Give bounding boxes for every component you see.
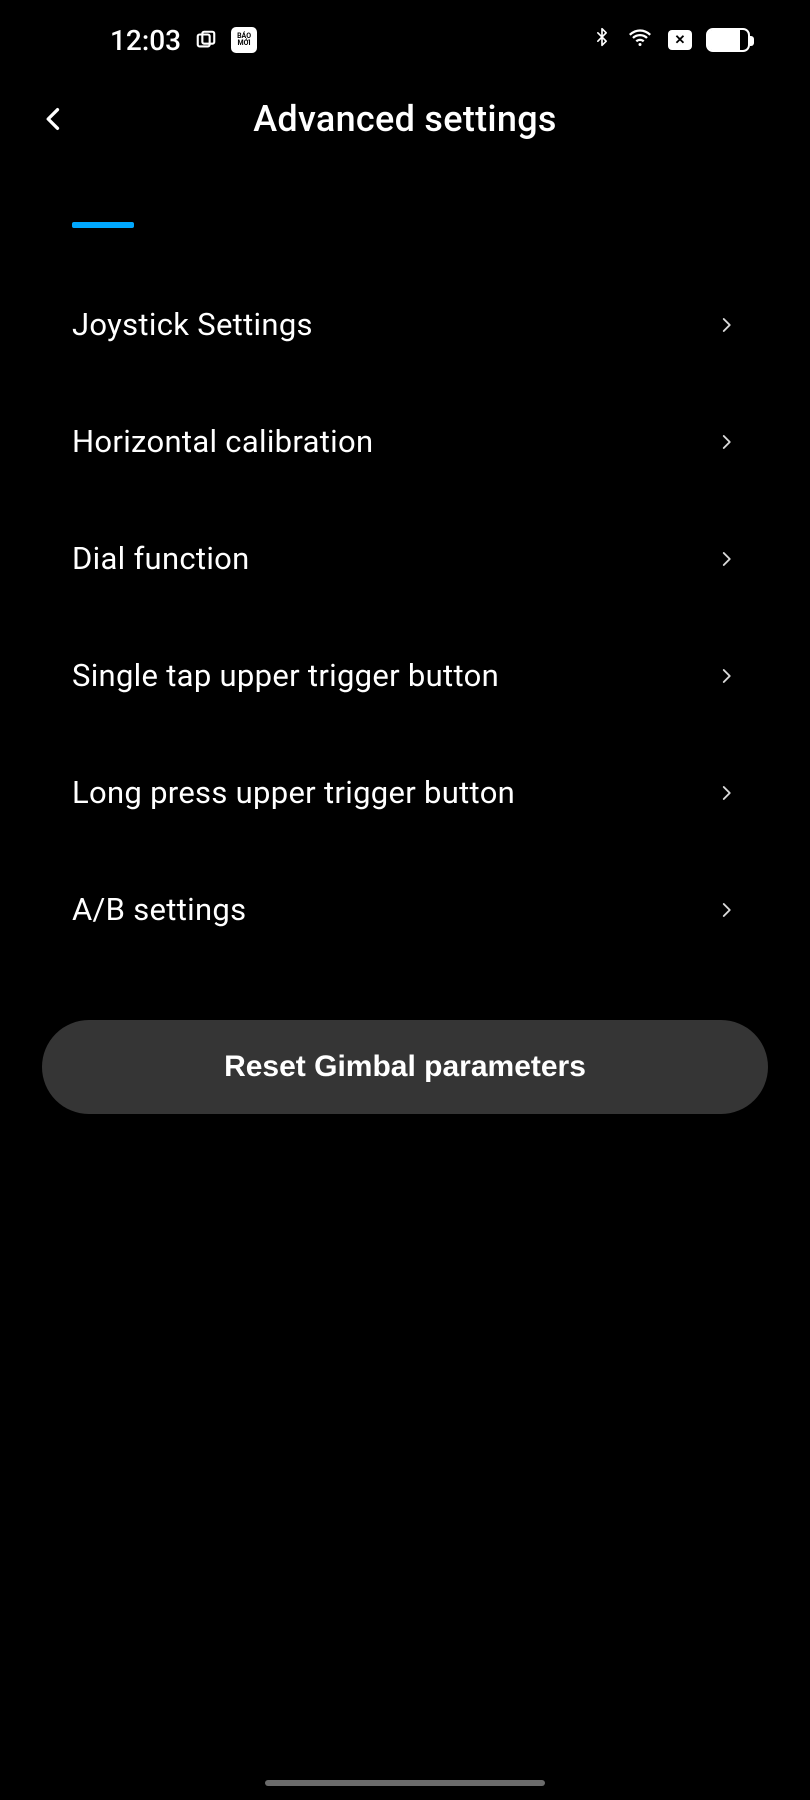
reset-section: Reset Gimbal parameters [0,968,810,1114]
menu-list: Joystick Settings Horizontal calibration… [0,266,810,968]
chevron-right-icon [714,430,738,454]
wifi-icon [626,24,654,57]
menu-item-label: A/B settings [72,891,246,928]
reset-gimbal-button[interactable]: Reset Gimbal parameters [42,1020,768,1114]
menu-item-label: Single tap upper trigger button [72,657,499,694]
menu-item-label: Horizontal calibration [72,423,373,460]
battery-icon [706,28,750,52]
menu-item-ab-settings[interactable]: A/B settings [0,851,810,968]
menu-item-horizontal-calibration[interactable]: Horizontal calibration [0,383,810,500]
status-left: 12:03 BÁOMỚI [110,24,257,57]
chevron-right-icon [714,898,738,922]
menu-item-label: Long press upper trigger button [72,774,515,811]
app-switch-icon [193,27,219,53]
chevron-right-icon [714,547,738,571]
menu-item-label: Joystick Settings [72,306,313,343]
menu-item-joystick-settings[interactable]: Joystick Settings [0,266,810,383]
menu-item-long-press-upper-trigger[interactable]: Long press upper trigger button [0,734,810,851]
close-badge-icon: ✕ [668,30,692,50]
chevron-right-icon [714,781,738,805]
back-button[interactable] [34,99,74,139]
header: Advanced settings [0,70,810,164]
status-bar: 12:03 BÁOMỚI ✕ [0,0,810,70]
chevron-right-icon [714,313,738,337]
menu-item-label: Dial function [72,540,250,577]
status-time: 12:03 [110,24,181,57]
menu-item-single-tap-upper-trigger[interactable]: Single tap upper trigger button [0,617,810,734]
menu-item-dial-function[interactable]: Dial function [0,500,810,617]
tab-indicator [72,222,134,228]
page-title: Advanced settings [40,98,770,140]
bluetooth-icon [592,24,612,57]
status-right: ✕ [592,24,750,57]
app-badge-icon: BÁOMỚI [231,27,257,53]
home-indicator[interactable] [265,1780,545,1786]
chevron-left-icon [40,100,68,138]
chevron-right-icon [714,664,738,688]
